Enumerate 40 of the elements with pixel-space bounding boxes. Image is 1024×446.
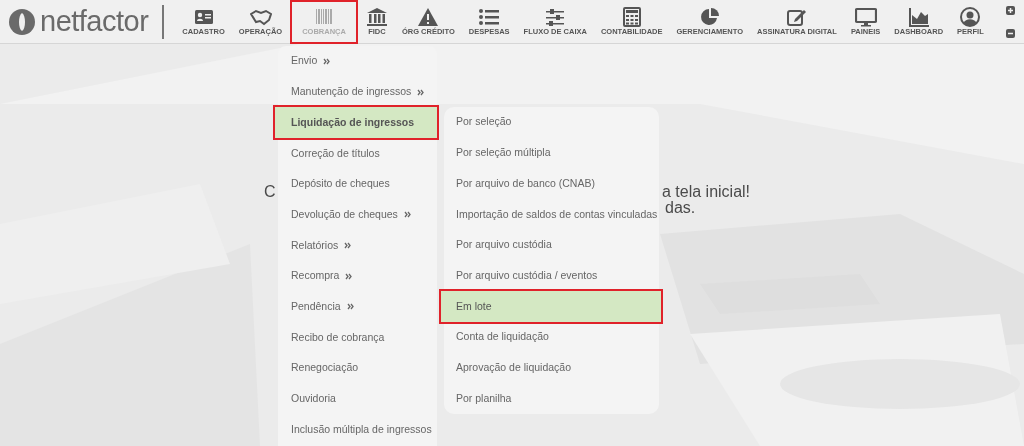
menu-item[interactable]: Por arquivo custódia / eventos bbox=[444, 260, 659, 292]
menu-item[interactable]: Em lote bbox=[441, 291, 661, 322]
menu-item[interactable]: Renegociação bbox=[278, 352, 437, 384]
menu-item[interactable]: Envio bbox=[278, 46, 437, 77]
menu-item[interactable]: Pendência bbox=[278, 291, 437, 323]
menu-item[interactable]: Por arquivo custódia bbox=[444, 229, 659, 261]
menu-item[interactable]: Inclusão múltipla de ingressos bbox=[278, 414, 437, 445]
welcome-text: a tela inicial! bbox=[662, 184, 751, 200]
edit-icon bbox=[785, 7, 808, 28]
menu-item[interactable]: Recompra bbox=[278, 260, 437, 292]
welcome-text: das. bbox=[665, 200, 696, 216]
menu-item[interactable]: Por seleção bbox=[444, 107, 659, 138]
area-chart-icon bbox=[907, 7, 930, 28]
menu-item[interactable]: Relatórios bbox=[278, 230, 437, 261]
logo-icon bbox=[8, 7, 36, 36]
menu-item[interactable]: Conta de liquidação bbox=[444, 321, 659, 353]
plus-icon[interactable] bbox=[1005, 5, 1015, 15]
calculator-icon bbox=[620, 7, 643, 28]
menu-item[interactable]: Recibo de cobrança bbox=[278, 322, 437, 353]
menu-item[interactable]: Correção de títulos bbox=[278, 138, 437, 169]
menu-item[interactable]: Por planilha bbox=[444, 383, 659, 414]
logo-text: netfactor bbox=[40, 7, 149, 36]
menu-item[interactable]: Manutenção de ingressos bbox=[278, 76, 437, 108]
list-icon bbox=[478, 7, 501, 28]
monitor-icon bbox=[854, 7, 877, 28]
menu-item[interactable]: Por seleção múltipla bbox=[444, 137, 659, 169]
menu-item[interactable]: Depósito de cheques bbox=[278, 168, 437, 200]
sliders-icon bbox=[544, 7, 567, 28]
menu-item[interactable]: Aprovação de liquidação bbox=[444, 352, 659, 384]
user-icon bbox=[959, 7, 982, 28]
pie-chart-icon bbox=[698, 7, 721, 28]
minus-icon[interactable] bbox=[1005, 28, 1015, 38]
welcome-text: C bbox=[264, 184, 276, 200]
bank-icon bbox=[365, 7, 388, 28]
menu-item[interactable]: Devolução de cheques bbox=[278, 199, 437, 231]
menu-item[interactable]: Liquidação de ingressos bbox=[275, 107, 437, 139]
menu-item[interactable]: Ouvidoria bbox=[278, 383, 437, 415]
warning-icon bbox=[417, 7, 440, 28]
menu-item[interactable]: Importação de saldos de contas vinculadas bbox=[444, 199, 659, 230]
menu-item[interactable]: Por arquivo de banco (CNAB) bbox=[444, 168, 659, 200]
